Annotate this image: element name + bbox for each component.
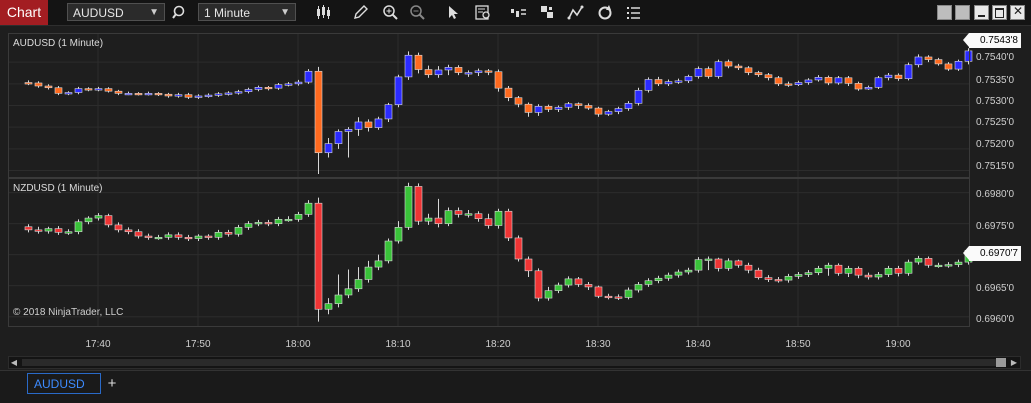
scroll-left-arrow-icon[interactable]: ◀	[9, 357, 19, 368]
copyright-text: © 2018 NinjaTrader, LLC	[13, 307, 124, 318]
audusd-panel	[8, 33, 970, 178]
scrollbar-thumb[interactable]	[996, 358, 1006, 367]
time-tick-label: 17:40	[85, 339, 111, 350]
scrollbar-track[interactable]	[22, 359, 1000, 366]
tab-bar: AUDUSD +	[0, 370, 1031, 403]
time-tick-label: 19:00	[885, 339, 911, 350]
time-tick-label: 18:30	[585, 339, 611, 350]
panel-title-audusd: AUDUSD (1 Minute)	[13, 38, 104, 49]
price-tick-label: 0.7515'0	[976, 161, 1015, 172]
price-tick-label: 0.6960'0	[976, 314, 1015, 325]
nzdusd-panel	[8, 178, 970, 327]
price-tick-label: 0.6975'0	[976, 221, 1015, 232]
price-tick-label: 0.7525'0	[976, 117, 1015, 128]
time-tick-label: 17:50	[185, 339, 211, 350]
time-tick-label: 18:40	[685, 339, 711, 350]
price-tick-label: 0.7520'0	[976, 139, 1015, 150]
time-tick-label: 18:10	[385, 339, 411, 350]
price-tick-label: 0.7540'0	[976, 52, 1015, 63]
price-tick-label: 0.7535'0	[976, 75, 1015, 86]
panel-title-nzdusd: NZDUSD (1 Minute)	[13, 183, 103, 194]
tab-audusd[interactable]: AUDUSD	[27, 373, 101, 394]
time-tick-label: 18:20	[485, 339, 511, 350]
scroll-right-arrow-icon[interactable]: ▶	[1009, 357, 1019, 368]
add-tab-icon[interactable]: +	[105, 373, 119, 394]
time-tick-label: 18:50	[785, 339, 811, 350]
last-price-nzdusd: 0.6970'7	[963, 246, 1021, 261]
price-tick-label: 0.6980'0	[976, 189, 1015, 200]
last-price-audusd: 0.7543'8	[963, 33, 1021, 48]
price-tick-label: 0.7530'0	[976, 96, 1015, 107]
price-tick-label: 0.6965'0	[976, 283, 1015, 294]
time-tick-label: 18:00	[285, 339, 311, 350]
horizontal-scrollbar[interactable]: ◀ ▶	[8, 356, 1021, 369]
